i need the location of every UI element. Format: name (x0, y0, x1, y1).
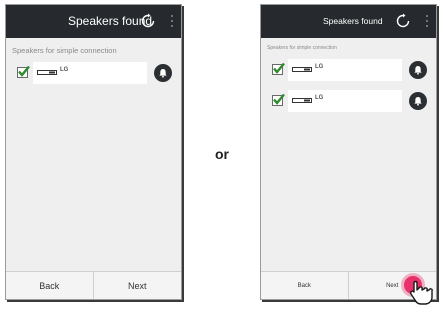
refresh-icon[interactable] (395, 13, 411, 29)
phone-screen-two-speakers: Speakers found Speakers for simple conne… (260, 4, 437, 300)
speaker-checkbox[interactable] (17, 65, 30, 78)
refresh-icon[interactable] (140, 13, 156, 29)
speaker-name-box: LG (33, 62, 147, 84)
speaker-checkbox[interactable] (272, 93, 285, 106)
bell-icon (414, 66, 422, 75)
bottom-bar: Back Next (6, 271, 181, 299)
speaker-list-item[interactable]: LG (267, 58, 430, 82)
alert-button[interactable] (409, 92, 427, 110)
more-vertical-icon[interactable] (425, 15, 429, 29)
phone-screen-single-speaker: Speakers found Speakers for simple conne… (5, 4, 182, 300)
check-icon (18, 65, 30, 77)
speaker-device-icon (292, 98, 312, 103)
check-icon (273, 62, 285, 74)
check-icon (273, 93, 285, 105)
speaker-name: LG (315, 64, 324, 70)
title-bar: Speakers found (6, 5, 181, 38)
bell-icon (414, 97, 422, 106)
speaker-device-icon (292, 67, 312, 72)
back-button[interactable]: Back (261, 272, 349, 299)
screen-title: Speakers found (323, 16, 383, 26)
speaker-checkbox[interactable] (272, 62, 285, 75)
next-button[interactable]: Next (94, 272, 182, 299)
speaker-name: LG (60, 67, 69, 73)
more-vertical-icon[interactable] (170, 15, 174, 29)
separator-text: or (215, 146, 229, 162)
speaker-name: LG (315, 95, 324, 101)
hand-pointer-icon (410, 280, 433, 305)
speaker-name-box: LG (288, 59, 402, 81)
speaker-device-icon (37, 70, 57, 75)
bell-icon (159, 69, 167, 78)
speaker-list-item[interactable]: LG (12, 61, 175, 85)
section-label: Speakers for simple connection (267, 45, 337, 51)
alert-button[interactable] (409, 61, 427, 79)
speaker-list-item[interactable]: LG (267, 89, 430, 113)
alert-button[interactable] (154, 64, 172, 82)
section-label: Speakers for simple connection (12, 46, 117, 55)
speaker-name-box: LG (288, 90, 402, 112)
back-button[interactable]: Back (6, 272, 94, 299)
title-bar: Speakers found (261, 5, 436, 38)
